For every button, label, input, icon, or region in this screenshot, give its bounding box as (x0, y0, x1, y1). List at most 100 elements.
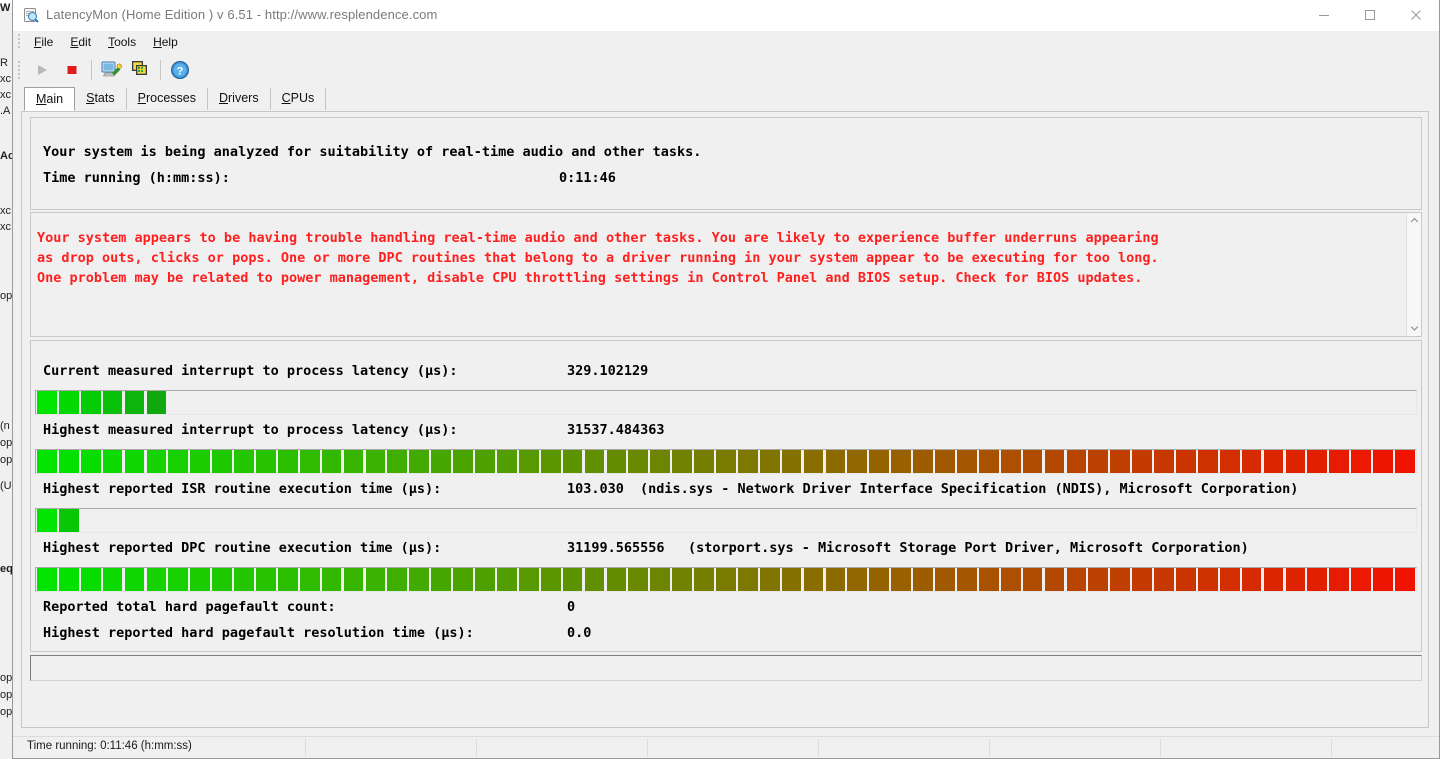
bar-segment (628, 450, 649, 473)
menu-grip[interactable] (17, 33, 21, 50)
system-info-button[interactable] (96, 56, 126, 84)
bar-segment (1132, 568, 1152, 591)
status-bar: Time running: 0:11:46 (h:mm:ss) (13, 736, 1439, 758)
bar-segment (716, 450, 736, 473)
status-divider-1 (305, 739, 306, 756)
bar-segment (606, 568, 627, 591)
pagefault-label-1: Highest reported hard pagefault resoluti… (43, 625, 474, 641)
bar-segment (562, 450, 583, 473)
bar-segment (343, 568, 364, 591)
warning-group: Your system appears to be having trouble… (30, 212, 1422, 337)
bar-segment (1132, 450, 1152, 473)
title-bar[interactable]: LatencyMon (Home Edition ) v 6.51 - http… (13, 0, 1439, 31)
bar-segment (1219, 568, 1240, 591)
bar-segment (891, 450, 911, 473)
stop-monitoring-button[interactable] (57, 56, 87, 84)
bar-segment (80, 391, 101, 414)
bar-segment (694, 450, 714, 473)
bar-segment (803, 568, 824, 591)
metric-extra-3: (storport.sys - Microsoft Storage Port D… (688, 540, 1249, 556)
status-divider-3 (647, 739, 648, 756)
bar-segment (102, 568, 123, 591)
scroll-down-button[interactable] (1407, 321, 1422, 336)
metric-label-2: Highest reported ISR routine execution t… (43, 481, 442, 497)
help-button[interactable]: ? (165, 56, 195, 84)
menu-edit[interactable]: Edit (62, 33, 100, 51)
bar-segment (343, 450, 364, 473)
bar-segment (1088, 450, 1109, 473)
bar-segment (1022, 568, 1043, 591)
bar-segment (1241, 450, 1262, 473)
bar-segment (1066, 450, 1087, 473)
metric-value-0: 329.102129 (567, 363, 649, 379)
metric-value-1: 31537.484363 (567, 422, 665, 438)
scroll-track[interactable] (1407, 228, 1421, 321)
tab-stats[interactable]: Stats (75, 88, 127, 110)
bar-segment (102, 391, 123, 414)
copy-report-button[interactable] (126, 56, 156, 84)
bar-segment (1066, 568, 1087, 591)
start-monitoring-button[interactable] (27, 56, 57, 84)
bar-segment (80, 568, 101, 591)
metric-label-1: Highest measured interrupt to process la… (43, 422, 458, 438)
bar-segment (37, 568, 57, 591)
tab-cpus[interactable]: CPUs (271, 88, 327, 110)
bar-segment (190, 568, 211, 591)
pagefault-label-0: Reported total hard pagefault count: (43, 599, 336, 615)
bar-segment (431, 450, 451, 473)
bar-segment (737, 450, 758, 473)
close-button[interactable] (1393, 0, 1439, 30)
bar-segment (321, 568, 342, 591)
metric-label-3: Highest reported DPC routine execution t… (43, 540, 442, 556)
menu-help[interactable]: Help (145, 33, 187, 51)
minimize-button[interactable] (1301, 0, 1347, 30)
bar-segment (803, 450, 824, 473)
bar-segment (1044, 450, 1065, 473)
bar-segment (1285, 450, 1306, 473)
bar-segment (978, 450, 999, 473)
bar-segment (168, 568, 189, 591)
bar-segment (409, 568, 430, 591)
bar-segment (584, 450, 605, 473)
toolbar-grip[interactable] (17, 60, 21, 80)
menu-file[interactable]: File (26, 33, 62, 51)
bar-segment (1329, 568, 1350, 591)
bar-segment (628, 568, 649, 591)
bar-segment (518, 568, 539, 591)
bar-segment (847, 450, 868, 473)
bar-segment (365, 568, 386, 591)
notes-textbox[interactable] (30, 655, 1422, 681)
scroll-up-button[interactable] (1407, 213, 1422, 228)
warning-line-1: Your system appears to be having trouble… (37, 230, 1159, 246)
bar-segment (37, 450, 57, 473)
stop-icon (67, 65, 77, 74)
tab-processes[interactable]: Processes (127, 88, 208, 110)
bar-segment (781, 568, 802, 591)
bar-segment (277, 450, 298, 473)
bar-segment (694, 568, 714, 591)
maximize-button[interactable] (1347, 0, 1393, 30)
bar-segment (146, 568, 167, 591)
warning-scrollbar[interactable] (1406, 213, 1421, 336)
tab-bar: Main Stats Processes Drivers CPUs (13, 86, 1439, 111)
bar-segment (1395, 568, 1415, 591)
bar-segment (409, 450, 430, 473)
bar-segment (1329, 450, 1350, 473)
tab-drivers[interactable]: Drivers (208, 88, 271, 110)
tab-main[interactable]: Main (24, 87, 76, 111)
bar-segment (58, 568, 79, 591)
bar-segment (957, 568, 977, 591)
copy-windows-icon (132, 60, 147, 75)
bar-segment (1110, 568, 1131, 591)
bar-segment (737, 568, 758, 591)
menu-tools[interactable]: Tools (100, 33, 145, 51)
bar-segment (37, 391, 57, 414)
bar-segment (672, 450, 692, 473)
bar-segment (825, 450, 846, 473)
menu-help-label: elp (161, 34, 178, 49)
bar-segment (453, 450, 473, 473)
summary-group: Your system is being analyzed for suitab… (30, 117, 1422, 210)
bar-segment (58, 450, 79, 473)
bar-segment (650, 450, 671, 473)
analysis-headline: Your system is being analyzed for suitab… (43, 144, 702, 160)
